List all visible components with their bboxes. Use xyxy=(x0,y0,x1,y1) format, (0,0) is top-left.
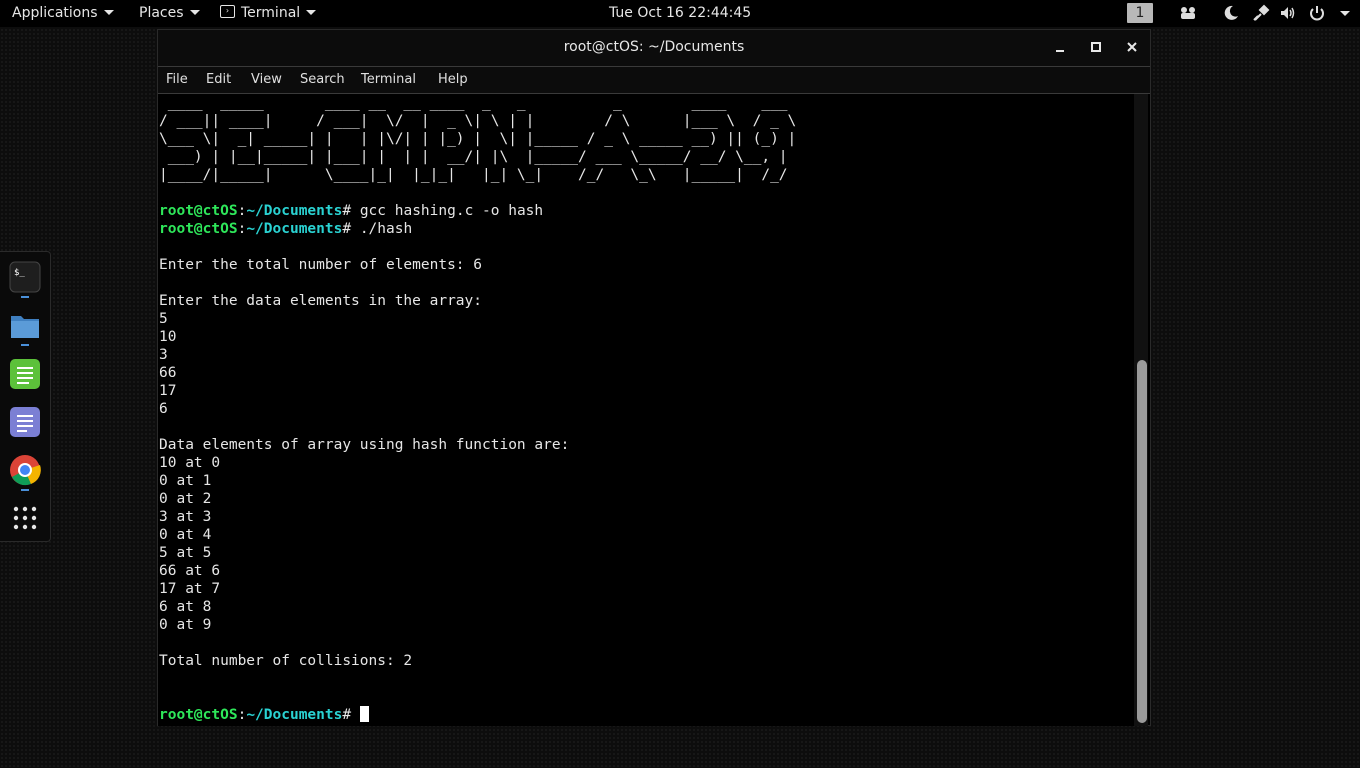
menu-search[interactable]: Search xyxy=(300,67,345,93)
prompt-colon: : xyxy=(237,203,247,219)
output-line: 6 at 8 xyxy=(159,599,212,615)
clock[interactable]: Tue Oct 16 22:44:45 xyxy=(609,0,751,27)
output-line: 0 at 1 xyxy=(159,473,212,489)
ascii-banner-line: \___ \| _| _____| | | |\/| | |_) | \| |_… xyxy=(159,131,797,147)
menu-view[interactable]: View xyxy=(251,67,282,93)
close-button[interactable] xyxy=(1124,39,1140,55)
prompt-path: ~/Documents xyxy=(246,221,343,237)
scrollbar[interactable] xyxy=(1134,94,1148,726)
maximize-button[interactable] xyxy=(1088,39,1104,55)
command-line: root@ctOS:~/Documents# gcc hashing.c -o … xyxy=(159,202,543,220)
terminal-window: root@ctOS: ~/Documents File Edit View Se… xyxy=(157,29,1151,726)
window-title: root@ctOS: ~/Documents xyxy=(563,39,745,55)
terminal-output[interactable]: ____ _____ ____ __ __ ____ _ _ _ ____ __… xyxy=(158,94,1136,726)
prompt-user: root@ctOS xyxy=(159,221,238,237)
ascii-banner-line: ___) | |__|_____| |___| | | | __/| |\ |_… xyxy=(159,149,788,165)
dock-text-editor[interactable] xyxy=(9,406,41,438)
close-icon xyxy=(1127,42,1137,52)
menu-bar: File Edit View Search Terminal Help xyxy=(158,66,1150,94)
output-line: Total number of collisions: 2 xyxy=(159,653,413,669)
output-line: 17 at 7 xyxy=(159,581,221,597)
terminal-icon: $_ xyxy=(9,261,41,293)
places-menu[interactable]: Places xyxy=(139,0,200,27)
prompt-user: root@ctOS xyxy=(159,707,238,723)
network-wired-icon[interactable] xyxy=(1252,4,1270,22)
output-line: Enter the total number of elements: 6 xyxy=(159,257,483,273)
menu-file[interactable]: File xyxy=(166,67,188,93)
terminal-icon: › xyxy=(220,4,235,18)
output-line: 10 at 0 xyxy=(159,455,221,471)
prompt-path: ~/Documents xyxy=(246,707,343,723)
menu-terminal[interactable]: Terminal xyxy=(361,67,416,93)
night-mode-icon[interactable] xyxy=(1222,4,1240,22)
power-icon[interactable] xyxy=(1308,4,1326,22)
minimize-button[interactable] xyxy=(1052,39,1068,55)
workspace-indicator[interactable]: 1 xyxy=(1127,3,1153,23)
text-cursor xyxy=(359,706,369,722)
output-line: Enter the data elements in the array: xyxy=(159,293,483,309)
places-label: Places xyxy=(139,5,184,21)
window-titlebar[interactable]: root@ctOS: ~/Documents xyxy=(158,30,1150,66)
text-editor-icon xyxy=(10,407,40,437)
app-grid-icon xyxy=(13,506,37,530)
dock-files[interactable] xyxy=(9,310,41,342)
ascii-banner-line: / ___|| ____| / ___| \/ | _ \| \ | | / \… xyxy=(159,113,806,129)
ascii-banner-line: ____ _____ ____ __ __ ____ _ _ _ ____ __… xyxy=(159,95,806,111)
chevron-down-icon xyxy=(306,9,317,15)
output-line: 10 xyxy=(159,329,177,345)
people-icon[interactable] xyxy=(1179,4,1197,22)
minimize-icon xyxy=(1056,50,1064,52)
files-folder-icon xyxy=(11,316,39,338)
menu-edit[interactable]: Edit xyxy=(206,67,231,93)
menu-help[interactable]: Help xyxy=(438,67,468,93)
output-line: 3 at 3 xyxy=(159,509,212,525)
dock: $_ xyxy=(0,251,51,542)
running-indicator xyxy=(21,489,29,491)
command-text: gcc hashing.c -o hash xyxy=(359,203,544,219)
dock-terminal[interactable]: $_ xyxy=(9,261,41,293)
dock-chrome[interactable] xyxy=(9,454,41,486)
chevron-down-icon xyxy=(189,9,200,15)
command-line: root@ctOS:~/Documents# ./hash xyxy=(159,220,412,238)
top-panel: Applications Places › Terminal Tue Oct 16… xyxy=(0,0,1360,27)
terminal-app-label: Terminal xyxy=(241,5,301,21)
dock-spreadsheet[interactable] xyxy=(9,358,41,390)
svg-text:$_: $_ xyxy=(14,268,25,278)
output-line: 5 xyxy=(159,311,168,327)
volume-icon[interactable] xyxy=(1279,4,1297,22)
prompt-hash: # xyxy=(342,221,360,237)
terminal-app-menu[interactable]: › Terminal xyxy=(220,0,317,27)
output-line: 5 at 5 xyxy=(159,545,212,561)
output-line: 0 at 9 xyxy=(159,617,212,633)
command-text: ./hash xyxy=(359,221,413,237)
chrome-icon xyxy=(10,455,41,486)
maximize-icon xyxy=(1091,42,1101,52)
prompt-hash: # xyxy=(342,203,360,219)
dock-show-apps[interactable] xyxy=(9,502,41,534)
output-line: 17 xyxy=(159,383,177,399)
running-indicator xyxy=(21,344,29,346)
output-line: Data elements of array using hash functi… xyxy=(159,437,570,453)
spreadsheet-icon xyxy=(10,359,40,389)
prompt-hash: # xyxy=(342,707,360,723)
prompt-path: ~/Documents xyxy=(246,203,343,219)
output-line: 0 at 2 xyxy=(159,491,212,507)
system-menu-chevron-icon[interactable] xyxy=(1340,11,1350,16)
output-line: 66 xyxy=(159,365,177,381)
output-line: 0 at 4 xyxy=(159,527,212,543)
prompt-colon: : xyxy=(237,221,247,237)
output-line: 3 xyxy=(159,347,168,363)
output-line: 66 at 6 xyxy=(159,563,221,579)
running-indicator xyxy=(21,296,29,298)
chevron-down-icon xyxy=(103,9,114,15)
ascii-banner-line: |____/|_____| \____|_| |_|_| |_| \_| /_/… xyxy=(159,167,797,183)
scrollbar-thumb[interactable] xyxy=(1137,360,1147,723)
prompt-colon: : xyxy=(237,707,247,723)
applications-label: Applications xyxy=(12,5,98,21)
prompt-user: root@ctOS xyxy=(159,203,238,219)
active-prompt-line[interactable]: root@ctOS:~/Documents# xyxy=(159,706,369,724)
applications-menu[interactable]: Applications xyxy=(12,0,114,27)
output-line: 6 xyxy=(159,401,168,417)
